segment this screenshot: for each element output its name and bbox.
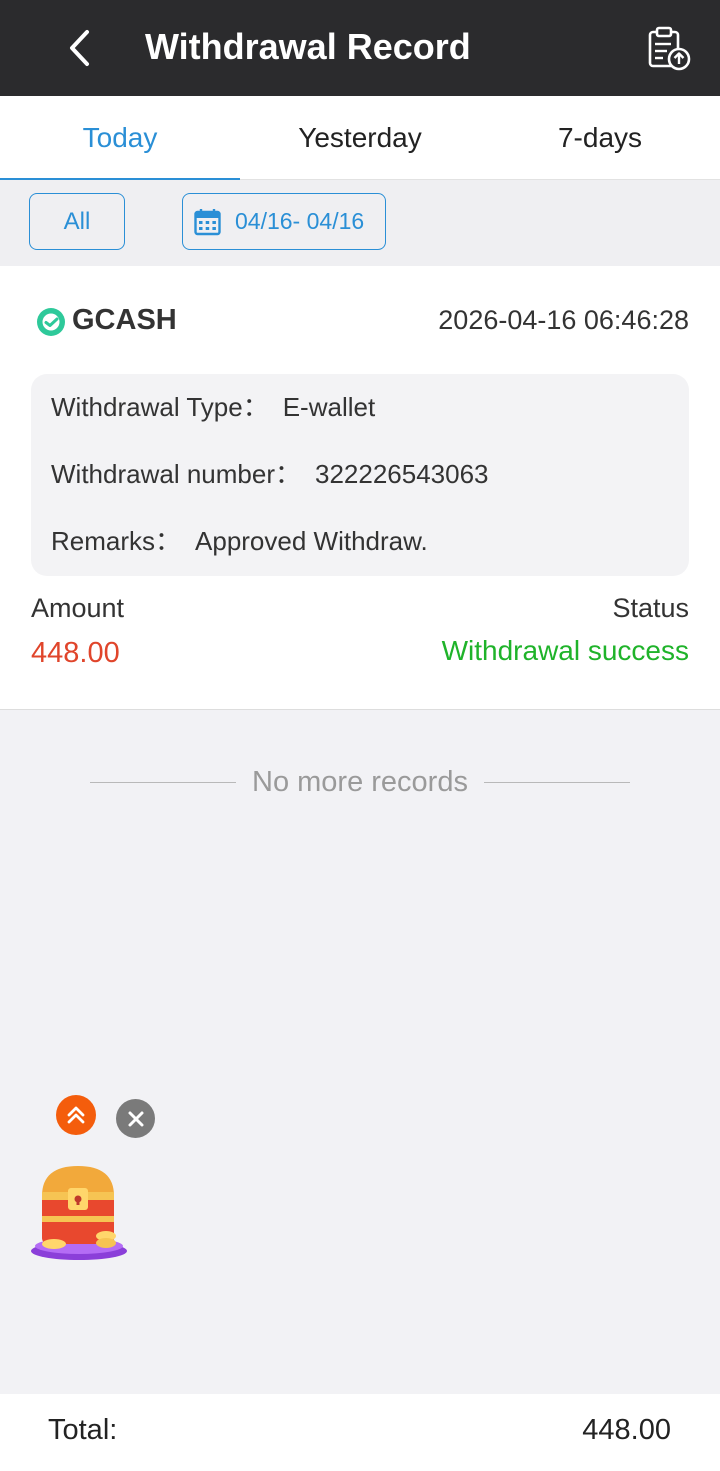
status-label: Status [612, 593, 689, 623]
total-bar: Total: 448.00 [0, 1394, 720, 1471]
remarks-value: Approved Withdraw. [195, 526, 428, 556]
scroll-to-top-button[interactable] [56, 1095, 96, 1135]
withdrawal-number-label: Withdrawal number： [51, 459, 301, 489]
back-arrow-icon [70, 30, 89, 66]
gcash-logo-icon [37, 308, 65, 336]
tab-yesterday[interactable]: Yesterday [240, 96, 480, 180]
record-details-box: Withdrawal Type： E-wallet Withdrawal numb… [31, 374, 689, 576]
clipboard-upload-icon [648, 26, 691, 71]
withdrawal-type-row: Withdrawal Type： E-wallet [51, 390, 375, 424]
withdrawal-number-row: Withdrawal number： 322226543063 [51, 457, 489, 491]
total-value: 448.00 [582, 1414, 671, 1446]
date-range-text: 04/16- 04/16 [235, 208, 365, 234]
clipboard-upload-button[interactable] [644, 24, 694, 74]
divider-line-right [483, 781, 630, 783]
amount-value: 448.00 [31, 637, 120, 669]
withdrawal-number-value: 322226543063 [314, 459, 489, 489]
date-tabs: Today Yesterday 7-days [0, 96, 720, 181]
amount-label: Amount [31, 593, 125, 623]
total-label: Total: [48, 1414, 118, 1446]
list-end-indicator: No more records [0, 762, 720, 802]
record-timestamp: 2026-04-16 06:46:28 [438, 305, 689, 335]
app-header: Withdrawal Record [0, 0, 720, 96]
filter-bar: All 04/16- 04/16 [0, 180, 720, 266]
type-filter-button[interactable]: All [29, 193, 125, 250]
withdrawal-type-label: Withdrawal Type： [51, 392, 269, 422]
page-title: Withdrawal Record [145, 26, 471, 67]
close-promo-button[interactable] [116, 1099, 155, 1138]
divider-line-left [90, 781, 237, 783]
calendar-icon [194, 208, 221, 235]
payment-method-name: GCASH [72, 304, 177, 336]
treasure-chest-promo-icon[interactable] [28, 1160, 130, 1264]
tab-7-days[interactable]: 7-days [480, 96, 720, 180]
close-icon [128, 1111, 143, 1126]
date-range-button[interactable]: 04/16- 04/16 [182, 193, 386, 250]
remarks-row: Remarks： Approved Withdraw. [51, 524, 428, 558]
withdrawal-record-card[interactable]: GCASH 2026-04-16 06:46:28 Withdrawal Typ… [0, 266, 720, 710]
back-button[interactable] [56, 22, 104, 74]
withdrawal-type-value: E-wallet [282, 392, 376, 422]
remarks-label: Remarks： [51, 526, 182, 556]
no-more-records-text: No more records [252, 765, 468, 798]
status-value: Withdrawal success [441, 635, 689, 666]
tab-today[interactable]: Today [0, 96, 240, 181]
double-chevron-up-icon [67, 1106, 85, 1124]
